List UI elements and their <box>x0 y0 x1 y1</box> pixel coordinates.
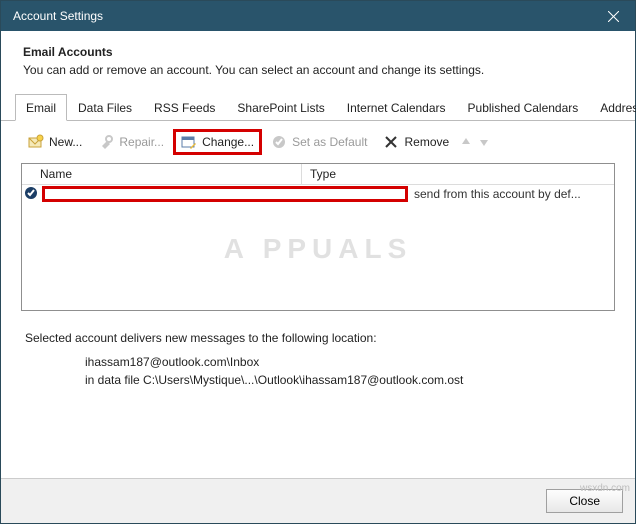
arrow-up-icon <box>460 136 472 148</box>
change-label: Change... <box>202 135 254 149</box>
toolbar: New... Repair... Change... Set as Defaul… <box>1 121 635 163</box>
account-list[interactable]: Name Type send from this account by def.… <box>21 163 615 311</box>
move-up-button <box>458 134 474 150</box>
remove-icon <box>383 134 399 150</box>
remove-label: Remove <box>404 135 449 149</box>
repair-button: Repair... <box>91 130 171 154</box>
repair-icon <box>98 134 114 150</box>
header: Email Accounts You can add or remove an … <box>1 31 635 93</box>
col-name-header[interactable]: Name <box>22 164 302 184</box>
remove-button[interactable]: Remove <box>376 130 456 154</box>
account-type: send from this account by def... <box>408 187 614 201</box>
tab-data-files[interactable]: Data Files <box>67 94 143 121</box>
list-header: Name Type <box>22 164 614 185</box>
col-type-header[interactable]: Type <box>302 164 614 184</box>
new-button[interactable]: New... <box>21 130 89 154</box>
mail-new-icon <box>28 134 44 150</box>
delivery-line: Selected account delivers new messages t… <box>25 331 611 345</box>
window-close-button[interactable] <box>591 1 635 31</box>
tab-published-calendars[interactable]: Published Calendars <box>457 94 590 121</box>
tab-email[interactable]: Email <box>15 94 67 121</box>
delivery-info: Selected account delivers new messages t… <box>1 311 635 399</box>
tab-address-books[interactable]: Address Books <box>589 94 636 121</box>
close-icon <box>608 11 619 22</box>
list-row[interactable]: send from this account by def... <box>22 185 614 203</box>
move-down-button <box>476 134 492 150</box>
tabstrip: Email Data Files RSS Feeds SharePoint Li… <box>1 93 635 121</box>
window-title: Account Settings <box>13 9 591 23</box>
new-label: New... <box>49 135 82 149</box>
watermark: A PPUALS <box>224 233 413 265</box>
tab-sharepoint-lists[interactable]: SharePoint Lists <box>226 94 335 121</box>
tab-rss-feeds[interactable]: RSS Feeds <box>143 94 226 121</box>
delivery-location: ihassam187@outlook.com\Inbox <box>85 353 611 371</box>
tab-internet-calendars[interactable]: Internet Calendars <box>336 94 457 121</box>
header-heading: Email Accounts <box>23 45 613 59</box>
arrow-down-icon <box>478 136 490 148</box>
account-name-redacted <box>42 186 408 202</box>
set-default-button: Set as Default <box>264 130 374 154</box>
footer: Close <box>1 478 635 523</box>
default-account-icon <box>24 186 40 202</box>
delivery-datafile: in data file C:\Users\Mystique\...\Outlo… <box>85 371 611 389</box>
checkmark-circle-icon <box>271 134 287 150</box>
set-default-label: Set as Default <box>292 135 367 149</box>
header-desc: You can add or remove an account. You ca… <box>23 63 613 77</box>
change-button[interactable]: Change... <box>173 129 262 155</box>
credit-text: wsxdn.com <box>580 483 630 494</box>
titlebar: Account Settings <box>1 1 635 31</box>
repair-label: Repair... <box>119 135 164 149</box>
change-icon <box>181 134 197 150</box>
